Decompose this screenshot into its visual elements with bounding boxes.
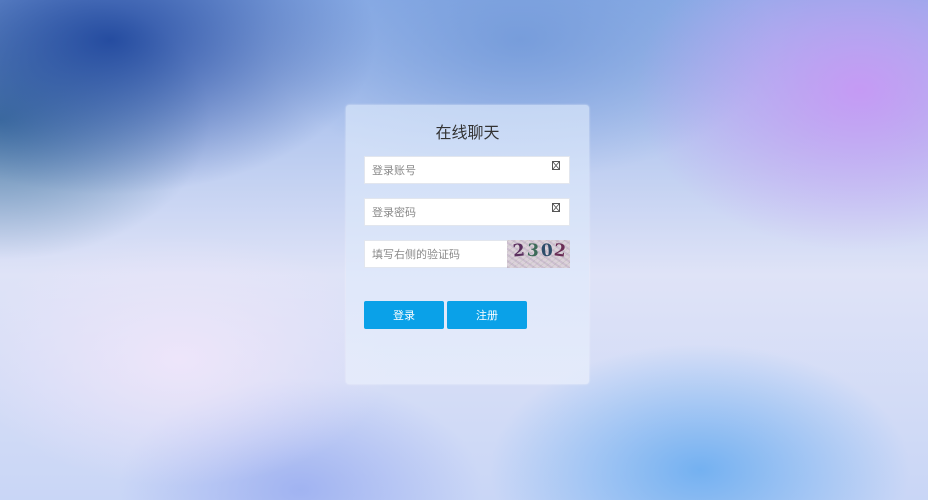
password-field[interactable] [364,198,570,226]
password-input[interactable] [365,199,552,225]
captcha-digit: 2 [552,240,568,262]
login-panel: 在线聊天 2 3 0 2 登录 注册 [346,105,589,384]
captcha-digit: 0 [540,240,554,262]
broken-image-icon [552,203,560,212]
page-title: 在线聊天 [435,123,500,142]
captcha-image[interactable]: 2 3 0 2 [507,240,570,268]
login-button[interactable]: 登录 [364,301,444,329]
broken-image-icon [552,161,560,170]
captcha-digit: 3 [526,240,540,262]
captcha-input[interactable] [365,241,507,267]
register-button[interactable]: 注册 [447,301,527,329]
username-input[interactable] [365,157,552,183]
username-field[interactable] [364,156,570,184]
captcha-field[interactable]: 2 3 0 2 [364,240,570,268]
captcha-digit: 2 [511,240,526,262]
